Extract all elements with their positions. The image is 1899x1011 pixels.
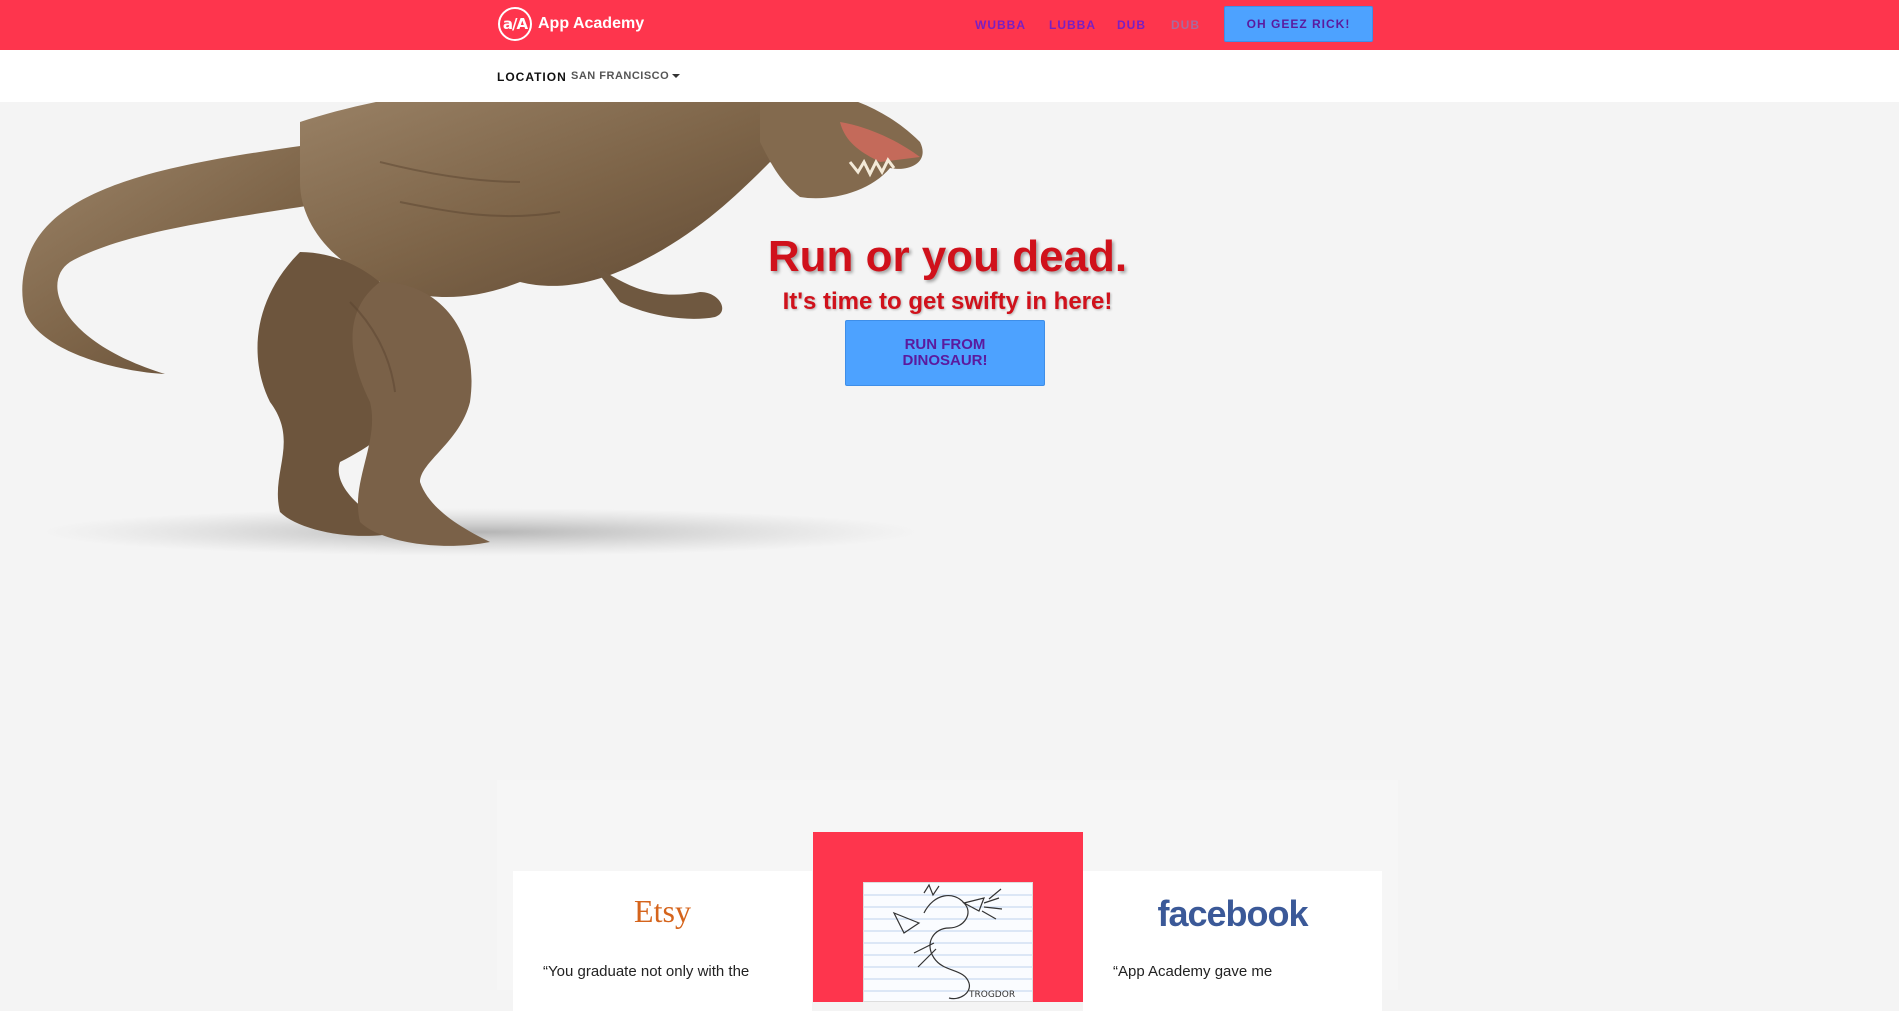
testimonial-card-facebook: facebook “App Academy gave me — [1083, 871, 1382, 1011]
etsy-logo: Etsy — [634, 893, 691, 929]
run-from-dinosaur-button[interactable]: RUN FROM DINOSAUR! — [845, 320, 1045, 386]
hero-section: Run or you dead. It's time to get swifty… — [0, 102, 1899, 782]
oh-geez-rick-button[interactable]: OH GEEZ RICK! — [1224, 6, 1373, 42]
trogdor-sketch-image: TROGDOR — [863, 882, 1033, 1002]
t-rex-illustration — [22, 102, 923, 556]
nav-item-dub-2: DUB — [1171, 0, 1200, 50]
hero-title: Run or you dead. — [767, 232, 1128, 281]
brand-name: App Academy — [538, 15, 645, 32]
nav-item-lubba: LUBBA — [1049, 0, 1096, 50]
testimonial-card-etsy: Etsy “You graduate not only with the — [513, 871, 812, 1011]
hero-subtitle: It's time to get swifty in here! — [782, 288, 1113, 315]
location-bar: LOCATION SAN FRANCISCO — [0, 50, 1899, 102]
brand-link[interactable]: a/A App Academy — [498, 6, 644, 42]
trogdor-sketch-icon: TROGDOR — [864, 883, 1032, 1000]
testimonial-card-featured: TROGDOR — [813, 832, 1083, 1002]
nav-item-dub-1: DUB — [1117, 0, 1146, 50]
nav-link-lubba[interactable]: LUBBA — [1049, 18, 1096, 32]
testimonial-quote-etsy: “You graduate not only with the — [543, 963, 750, 980]
app-academy-logo-icon: a/A — [498, 7, 532, 41]
testimonial-quote-facebook: “App Academy gave me — [1113, 963, 1273, 980]
svg-text:TROGDOR: TROGDOR — [968, 990, 1015, 1000]
testimonials-section: Etsy “You graduate not only with the TRO… — [497, 780, 1398, 1011]
nav-item-wubba: WUBBA — [975, 0, 1026, 50]
top-navbar: a/A App Academy WUBBA LUBBA DUB DUB OH G… — [0, 0, 1899, 50]
location-dropdown[interactable]: SAN FRANCISCO — [571, 70, 681, 82]
facebook-logo: facebook — [1157, 893, 1308, 934]
nav-link-wubba[interactable]: WUBBA — [975, 18, 1026, 32]
nav-link-dub-2[interactable]: DUB — [1171, 18, 1200, 32]
location-label: LOCATION — [497, 70, 567, 84]
location-value: SAN FRANCISCO — [571, 70, 670, 82]
nav-link-dub-1[interactable]: DUB — [1117, 18, 1146, 32]
caret-down-icon — [672, 74, 681, 78]
